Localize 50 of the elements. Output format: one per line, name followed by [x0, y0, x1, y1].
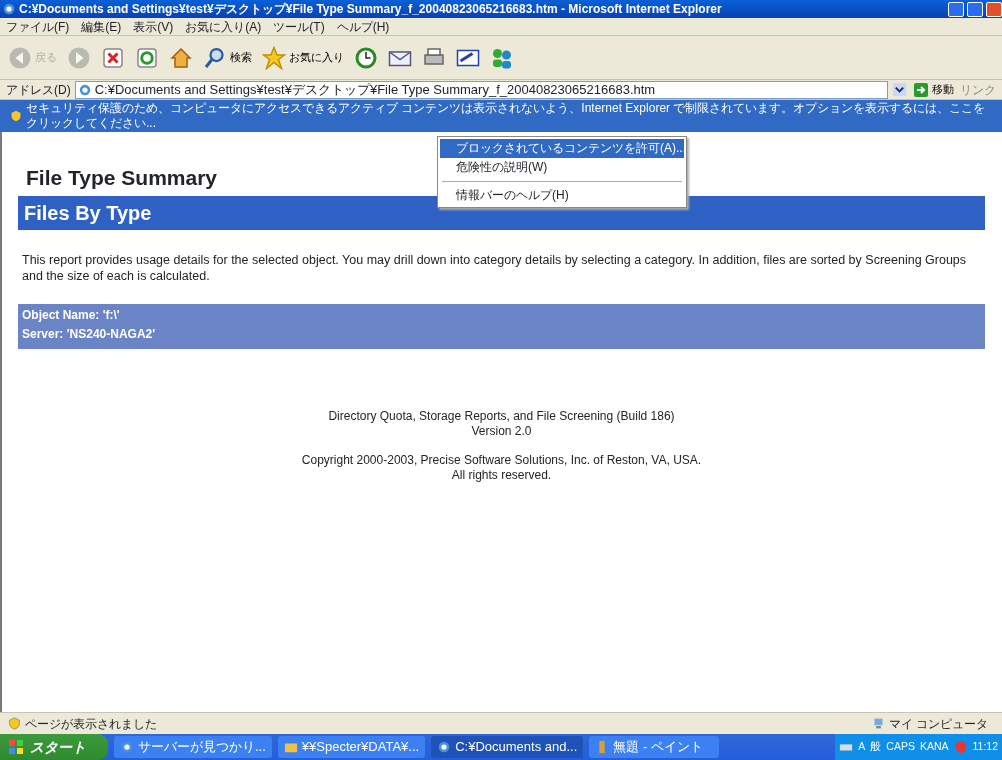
stop-icon	[101, 45, 125, 70]
description-text: This report provides usage details for the selected object. You may drill down into category details by selecting a category. In addition, files are sorted by Screening Groups and the size of each is calculated.	[21, 251, 968, 284]
address-label: アドレス(D)	[6, 81, 71, 99]
window-title: C:¥Documents and Settings¥test¥デスクトップ¥File Type Summary_f_20040823065216683.htm - Microsoft Internet Explorer	[19, 1, 722, 18]
menu-item[interactable]: ヘルプ(H)	[336, 17, 390, 36]
taskbar-button[interactable]: C:¥Documents and...	[431, 736, 584, 758]
minimize-button[interactable]	[948, 1, 964, 17]
refresh-icon	[135, 45, 159, 70]
menu-item[interactable]: ブロックされているコンテンツを許可(A)...	[440, 139, 684, 158]
zone-text: マイ コンピュータ	[888, 715, 988, 733]
taskbar-button[interactable]: ¥¥Specter¥DATA¥...	[277, 736, 426, 758]
menu-item[interactable]: 表示(V)	[133, 17, 174, 36]
home-icon	[169, 45, 193, 70]
search-icon	[203, 45, 227, 70]
search-button[interactable]: 検索	[201, 45, 254, 70]
menu-item[interactable]: 情報バーのヘルプ(H)	[440, 186, 684, 205]
computer-icon	[871, 717, 885, 730]
favorites-button[interactable]: お気に入り	[260, 45, 346, 70]
history-icon	[354, 45, 378, 70]
maximize-button[interactable]	[967, 1, 983, 17]
object-name: Object Name: 'f:\'	[22, 307, 121, 324]
menu-item[interactable]: 編集(E)	[81, 17, 122, 36]
footer-text: Version 2.0	[470, 424, 533, 440]
go-button[interactable]: 移動	[911, 81, 956, 98]
menu-item[interactable]: 危険性の説明(W)	[440, 158, 684, 177]
dropdown-icon[interactable]	[892, 82, 907, 97]
footer-text: Copyright 2000-2003, Precise Software Solutions, Inc. of Reston, VA, USA.	[300, 453, 703, 469]
address-field[interactable]: C:¥Documents and Settings¥test¥デスクトップ¥File Type Summary_f_20040823065216683.htm	[74, 80, 888, 99]
start-button[interactable]: スタート	[0, 734, 108, 760]
footer-text: Directory Quota, Storage Reports, and File Screening (Build 186)	[327, 409, 676, 425]
menu-item[interactable]: ツール(T)	[273, 17, 325, 36]
clock: 11:12	[972, 739, 998, 755]
close-button[interactable]	[986, 1, 1002, 17]
footer-text: All rights reserved.	[450, 468, 553, 484]
status-text: ページが表示されました	[25, 715, 157, 733]
ie-icon	[2, 2, 16, 16]
shield-icon	[10, 110, 22, 122]
page-title: File Type Summary	[25, 165, 217, 191]
menu-item[interactable]: お気に入り(A)	[185, 17, 262, 36]
server-name: Server: 'NS240-NAGA2'	[22, 326, 157, 344]
menu-item[interactable]: ファイル(F)	[6, 17, 70, 36]
taskbar-button[interactable]: サーバーが見つかり...	[114, 736, 272, 758]
taskbar-button[interactable]: 無題 - ペイント	[589, 736, 720, 758]
shield-icon	[8, 717, 21, 730]
windows-logo-icon	[8, 739, 24, 755]
home-button[interactable]	[167, 45, 195, 70]
star-icon	[262, 45, 286, 70]
page-icon	[77, 82, 92, 97]
app-icon	[120, 740, 134, 754]
app-icon	[437, 740, 452, 754]
